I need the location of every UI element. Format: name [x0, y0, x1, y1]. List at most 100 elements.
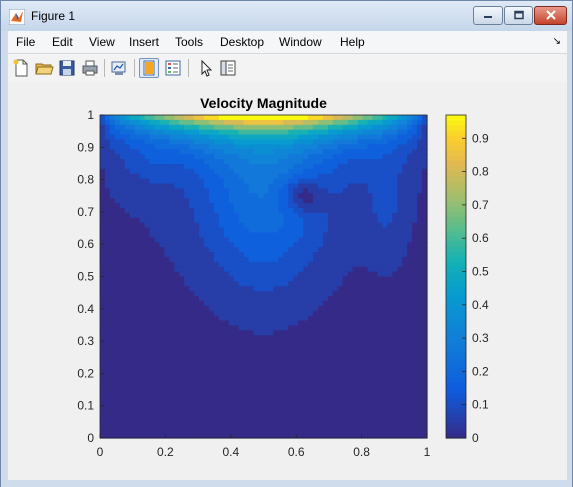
- heatmap-cell: [149, 256, 156, 263]
- heatmap-cell: [209, 349, 215, 356]
- heatmap-cell: [298, 354, 304, 361]
- heatmap-cell: [243, 115, 250, 121]
- heatmap-cell: [332, 325, 339, 331]
- heatmap-cell: [129, 154, 136, 160]
- heatmap-cell: [204, 364, 210, 371]
- heatmap-cell: [337, 247, 344, 253]
- menu-tools[interactable]: Tools: [175, 35, 203, 49]
- heatmap-cell: [218, 124, 225, 131]
- save-icon[interactable]: [57, 58, 77, 78]
- heatmap-cell: [288, 193, 294, 199]
- heatmap-cell: [308, 217, 314, 224]
- heatmap-cell: [139, 256, 146, 263]
- heatmap-cell: [199, 340, 205, 346]
- heatmap-cell: [258, 315, 265, 322]
- heatmap-cell: [397, 305, 403, 312]
- menu-edit[interactable]: Edit: [52, 35, 73, 49]
- heatmap-cell: [347, 261, 354, 268]
- heatmap-cell: [189, 183, 195, 190]
- heatmap-cell: [194, 168, 200, 175]
- heatmap-cell: [283, 115, 289, 121]
- heatmap-cell: [119, 247, 126, 253]
- heatmap-cell: [322, 232, 329, 238]
- heatmap-cell: [109, 188, 116, 194]
- heatmap-cell: [417, 188, 423, 194]
- heatmap-cell: [352, 159, 359, 165]
- heatmap-cell: [337, 227, 344, 234]
- heatmap-cell: [218, 163, 225, 170]
- heatmap-cell: [308, 286, 314, 292]
- heatmap-cell: [387, 183, 393, 190]
- heatmap-cell: [238, 207, 245, 214]
- show-plot-tools-icon[interactable]: [163, 58, 183, 78]
- heatmap-cell: [347, 398, 354, 405]
- heatmap-cell: [174, 242, 180, 248]
- heatmap-cell: [337, 159, 344, 165]
- heatmap-cell: [293, 124, 299, 131]
- heatmap-cell: [258, 261, 265, 268]
- heatmap-cell: [228, 149, 235, 155]
- heatmap-cell: [322, 237, 329, 243]
- heatmap-cell: [124, 149, 131, 155]
- heatmap-cell: [273, 154, 279, 160]
- heatmap-cell: [154, 335, 161, 341]
- new-figure-icon[interactable]: [11, 58, 31, 78]
- heatmap-cell: [213, 296, 220, 302]
- chevron-icon[interactable]: ↘: [553, 36, 561, 47]
- print-icon[interactable]: [80, 58, 100, 78]
- heatmap-cell: [357, 300, 364, 307]
- hide-plot-tools-icon[interactable]: [139, 58, 159, 78]
- open-file-icon[interactable]: [34, 58, 54, 78]
- edit-plot-icon[interactable]: [196, 58, 216, 78]
- heatmap-cell: [114, 232, 121, 238]
- heatmap-cell: [204, 237, 210, 243]
- menu-desktop[interactable]: Desktop: [220, 35, 264, 49]
- heatmap-cell: [407, 345, 413, 351]
- heatmap-cell: [417, 369, 423, 375]
- title-bar[interactable]: Figure 1: [1, 1, 572, 31]
- heatmap-cell: [258, 232, 265, 238]
- open-property-inspector-icon[interactable]: [218, 58, 238, 78]
- heatmap-cell: [327, 261, 334, 268]
- heatmap-cell: [318, 379, 324, 385]
- heatmap-cell: [313, 403, 319, 410]
- heatmap-cell: [412, 325, 418, 331]
- maximize-button[interactable]: [504, 6, 533, 25]
- heatmap-cell: [392, 154, 398, 160]
- heatmap-cell: [397, 310, 403, 317]
- menu-window[interactable]: Window: [279, 35, 322, 49]
- heatmap-cell: [174, 124, 180, 131]
- heatmap-cell: [174, 115, 180, 121]
- heatmap-cell: [362, 232, 369, 238]
- menu-view[interactable]: View: [89, 35, 115, 49]
- heatmap-cell: [164, 139, 170, 145]
- heatmap-cell: [243, 374, 250, 380]
- heatmap-cell: [332, 364, 339, 371]
- heatmap-cell: [104, 134, 111, 141]
- heatmap-cell: [228, 139, 235, 145]
- link-plot-icon[interactable]: [109, 58, 129, 78]
- heatmap-cell: [293, 315, 299, 322]
- menu-help[interactable]: Help: [340, 35, 365, 49]
- heatmap-cell: [362, 154, 369, 160]
- colorbar: [446, 115, 466, 439]
- heatmap-cell: [109, 261, 116, 268]
- heatmap-cell: [313, 232, 319, 238]
- menu-file[interactable]: File: [16, 35, 35, 49]
- heatmap-cell: [218, 207, 225, 214]
- menu-insert[interactable]: Insert: [129, 35, 159, 49]
- heatmap-cell: [407, 124, 413, 131]
- heatmap-cell: [412, 266, 418, 273]
- minimize-button[interactable]: [473, 6, 503, 25]
- heatmap-cell: [149, 325, 156, 331]
- heatmap-cell: [273, 193, 279, 199]
- heatmap-cell: [159, 310, 165, 317]
- heatmap-cell: [318, 345, 324, 351]
- heatmap-cell: [392, 340, 398, 346]
- heatmap-cell: [174, 305, 180, 312]
- heatmap-cell: [144, 178, 151, 185]
- heatmap-cell: [253, 193, 260, 199]
- close-button[interactable]: [534, 6, 567, 25]
- heatmap-cell: [347, 222, 354, 229]
- heatmap-cell: [273, 281, 279, 287]
